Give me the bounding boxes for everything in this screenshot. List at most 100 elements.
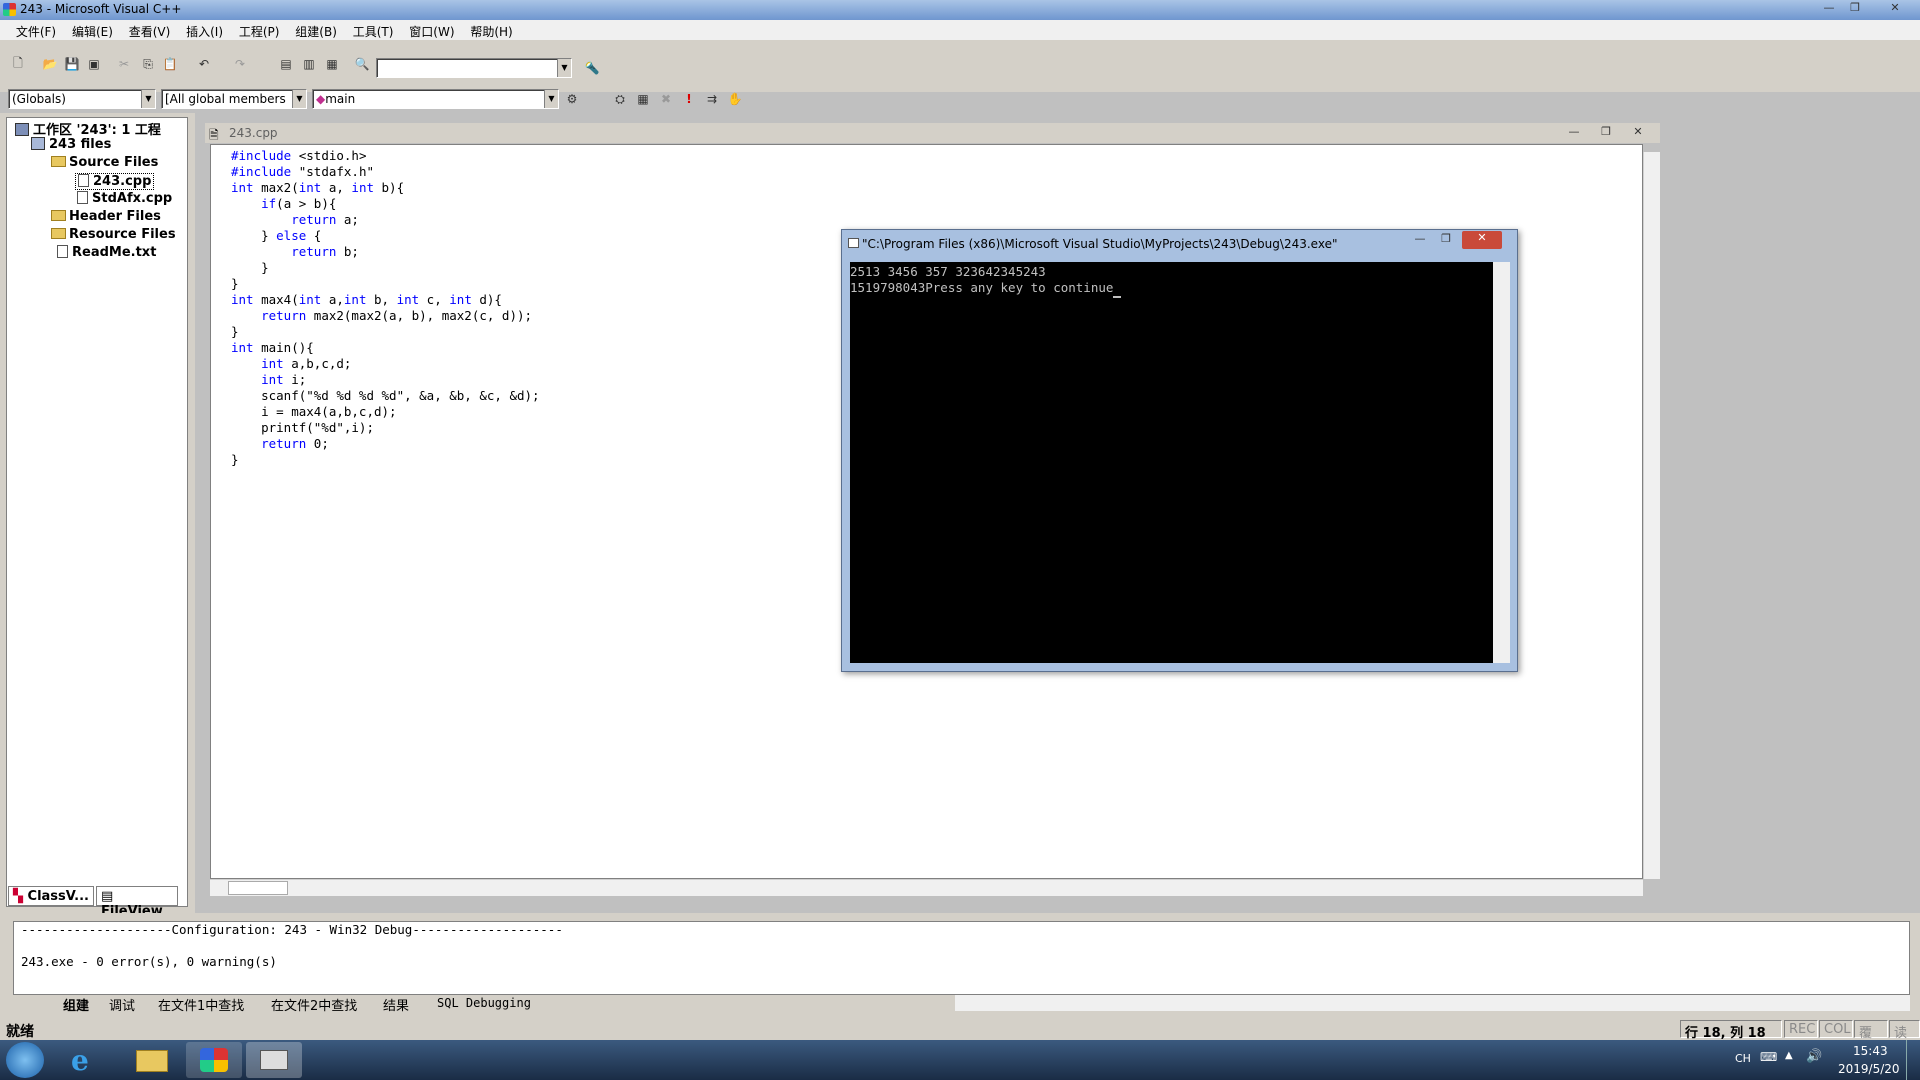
chevron-down-icon[interactable]: ▼ [544,90,558,108]
output-line: --------------------Configuration: 243 -… [21,922,563,937]
console-line: 2513 3456 357 323642345243 [850,264,1046,279]
status-ovr: 覆盖 [1854,1020,1888,1060]
chevron-down-icon[interactable]: ▼ [292,90,306,108]
editor-restore-button[interactable]: ❐ [1594,125,1618,141]
status-ready: 就绪 [6,1024,34,1040]
clock-date[interactable]: 2019/5/20 [1838,1062,1900,1076]
tab-classview[interactable]: ▚ ClassV... [8,886,94,906]
workspace-icon[interactable]: ▤ [276,54,296,74]
keyboard-icon[interactable]: ⌨ [1760,1050,1777,1064]
maximize-button[interactable]: ❐ [1843,1,1867,17]
tree-item-243-cpp[interactable]: 243.cpp [75,173,155,190]
execute-icon[interactable]: ! [679,89,699,109]
tree-item-source-files[interactable]: Source Files [51,155,158,170]
tab-results[interactable]: 结果 [383,995,409,1014]
clock-time[interactable]: 15:43 [1853,1044,1888,1058]
chevron-down-icon[interactable]: ▼ [141,90,155,108]
output-horizontal-scrollbar[interactable] [955,995,1910,1011]
show-desktop-button[interactable] [1906,1040,1920,1080]
menu-help[interactable]: 帮助(H) [464,20,518,40]
scope-combo[interactable]: (Globals) ▼ [8,89,156,109]
vc-taskbar-icon[interactable] [186,1042,242,1078]
status-read: 读取 [1889,1020,1920,1060]
console-close-button[interactable]: ✕ [1462,231,1502,249]
new-file-icon[interactable]: 🗋 [8,54,28,74]
menu-view[interactable]: 查看(V) [123,20,177,40]
editor-minimize-button[interactable]: — [1562,125,1586,141]
ie-icon[interactable]: e [57,1042,113,1078]
editor-vertical-scrollbar[interactable] [1643,152,1660,879]
editor-close-button[interactable]: ✕ [1626,125,1650,141]
compile-icon[interactable]: ⛭ [610,89,630,109]
console-title: "C:\Program Files (x86)\Microsoft Visual… [862,237,1338,251]
tab-fileview[interactable]: ▤ FileView [96,886,178,919]
cut-icon[interactable]: ✂ [114,54,134,74]
project-label: 243 files [49,137,112,152]
save-all-icon[interactable]: ▣ [84,54,104,74]
find-in-files-icon[interactable]: 🔍 [352,54,372,74]
menu-tools[interactable]: 工具(T) [347,20,400,40]
tab-sql-debugging[interactable]: SQL Debugging [437,996,531,1010]
menu-edit[interactable]: 编辑(E) [66,20,119,40]
undo-icon[interactable]: ↶ [194,54,214,74]
tree-item-header-files[interactable]: Header Files [51,209,161,224]
console-app-icon [848,238,859,248]
workspace-tree: 工作区 '243': 1 工程 243 files Source Files 2… [6,117,188,907]
tray-language[interactable]: CH [1735,1052,1751,1065]
volume-icon[interactable]: 🔊 [1806,1049,1822,1064]
folder-icon [51,210,66,221]
menu-build[interactable]: 组建(B) [289,20,343,40]
console-output[interactable]: 2513 3456 357 323642345243 1519798043Pre… [850,262,1493,663]
start-button-icon[interactable] [6,1042,44,1078]
console-minimize-button[interactable]: — [1408,232,1432,248]
tray-expand-icon[interactable]: ▲ [1785,1050,1793,1061]
find-combo[interactable]: ▼ [376,58,572,78]
breakpoint-icon[interactable]: ✋ [725,89,745,109]
menu-file[interactable]: 文件(F) [10,20,62,40]
menu-insert[interactable]: 插入(I) [180,20,229,40]
console-maximize-button[interactable]: ❐ [1434,232,1458,248]
build-icon[interactable]: ▦ [633,89,653,109]
folder-icon [51,228,66,239]
scroll-thumb[interactable] [228,881,288,895]
menu-bar: 文件(F) 编辑(E) 查看(V) 插入(I) 工程(P) 组建(B) 工具(T… [0,20,1920,40]
tree-item-readme[interactable]: ReadMe.txt [57,245,156,260]
console-line: 1519798043Press any key to continue [850,280,1114,295]
menu-project[interactable]: 工程(P) [233,20,286,40]
chevron-down-icon[interactable]: ▼ [557,59,571,77]
workspace-root[interactable]: 工作区 '243': 1 工程 [15,119,161,138]
go-icon[interactable]: ⇉ [702,89,722,109]
open-icon[interactable]: 📂 [40,54,60,74]
windows-icon[interactable]: ▦ [322,54,342,74]
redo-icon[interactable]: ↷ [230,54,250,74]
workspace-icon [15,123,29,136]
filter-combo[interactable]: [All global members ▼ [161,89,307,109]
stop-build-icon[interactable]: ✖ [656,89,676,109]
tab-find1[interactable]: 在文件1中查找 [158,995,244,1014]
console-scrollbar[interactable] [1493,262,1510,663]
save-icon[interactable]: 💾 [62,54,82,74]
editor-horizontal-scrollbar[interactable] [210,879,1643,896]
minimize-button[interactable]: — [1817,1,1841,17]
find-icon[interactable]: 🔦 [582,58,602,78]
tab-debug[interactable]: 调试 [109,995,135,1014]
tree-item-resource-files[interactable]: Resource Files [51,227,176,242]
scope-value: (Globals) [12,92,66,106]
output-icon[interactable]: ▥ [299,54,319,74]
build-output[interactable]: --------------------Configuration: 243 -… [13,921,1910,995]
status-col: COL [1819,1020,1853,1038]
close-button[interactable]: ✕ [1880,1,1910,17]
paste-icon[interactable]: 📋 [160,54,180,74]
tab-find2[interactable]: 在文件2中查找 [271,995,357,1014]
function-combo[interactable]: ◆main ▼ [312,89,559,109]
project-node[interactable]: 243 files [31,137,111,152]
explorer-icon[interactable] [124,1042,180,1078]
menu-window[interactable]: 窗口(W) [403,20,460,40]
console-taskbar-icon[interactable] [246,1042,302,1078]
wizard-action-icon[interactable]: ⚙ [562,89,582,109]
tree-item-stdafx-cpp[interactable]: StdAfx.cpp [77,191,172,206]
console-window[interactable]: "C:\Program Files (x86)\Microsoft Visual… [841,229,1518,672]
code-line: #include "stdafx.h" [231,164,375,179]
tab-build[interactable]: 组建 [63,995,89,1014]
copy-icon[interactable]: ⎘ [138,54,158,74]
